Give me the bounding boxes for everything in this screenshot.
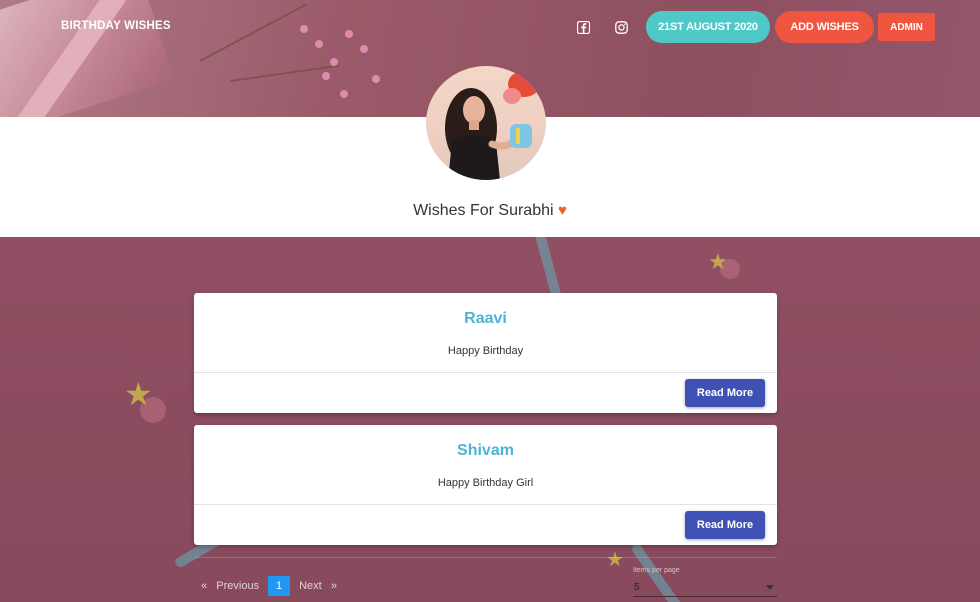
wish-author-name: Shivam — [457, 442, 514, 459]
next-label: Next — [299, 580, 322, 592]
previous-arrow-icon: « — [201, 580, 208, 592]
avatar — [426, 66, 546, 180]
wish-card: Raavi Happy Birthday Read More — [194, 293, 777, 413]
pagination: « Previous 1 Next » — [201, 576, 337, 596]
star-decoration: ★ — [606, 549, 624, 571]
items-per-page-label: Items per page — [633, 567, 680, 574]
page-title: Wishes For Surabhi ♥ — [0, 202, 980, 220]
flower-decoration — [340, 90, 348, 98]
previous-label: Previous — [216, 580, 260, 592]
next-arrow-icon: » — [330, 580, 338, 592]
site-brand[interactable]: BIRTHDAY WISHES — [61, 20, 171, 32]
wish-message: Happy Birthday — [447, 345, 524, 357]
facebook-icon[interactable] — [577, 21, 590, 34]
pagination-divider — [194, 557, 777, 558]
flower-decoration — [360, 45, 368, 53]
background-decoration: ★ ★ ★ — [0, 237, 980, 602]
stem-decoration — [199, 3, 307, 62]
wish-card: Shivam Happy Birthday Girl Read More — [194, 425, 777, 545]
date-button[interactable]: 21ST AUGUST 2020 — [646, 11, 770, 43]
chevron-down-icon — [766, 585, 774, 590]
items-per-page-value: 5 — [634, 582, 640, 593]
star-decoration: ★ — [708, 249, 728, 274]
page-title-text: Wishes For Surabhi — [413, 202, 554, 219]
wish-author-name: Raavi — [464, 310, 507, 327]
admin-button[interactable]: ADMIN — [878, 13, 935, 41]
heart-icon: ♥ — [558, 202, 567, 219]
read-more-button[interactable]: Read More — [685, 379, 765, 407]
flower-decoration — [322, 72, 330, 80]
next-page-button[interactable]: Next » — [299, 580, 337, 592]
flower-decoration — [330, 58, 338, 66]
add-wishes-button[interactable]: ADD WISHES — [775, 11, 874, 43]
flower-decoration — [315, 40, 323, 48]
instagram-icon[interactable] — [615, 21, 628, 34]
star-decoration: ★ — [124, 376, 153, 412]
flower-decoration — [345, 30, 353, 38]
read-more-button[interactable]: Read More — [685, 511, 765, 539]
items-per-page-select[interactable]: 5 — [633, 580, 777, 597]
card-divider — [194, 372, 777, 373]
wish-message: Happy Birthday Girl — [437, 477, 534, 489]
card-divider — [194, 504, 777, 505]
flower-decoration — [300, 25, 308, 33]
flower-decoration — [372, 75, 380, 83]
page-number-button[interactable]: 1 — [268, 576, 291, 596]
previous-page-button[interactable]: « Previous — [201, 580, 259, 592]
